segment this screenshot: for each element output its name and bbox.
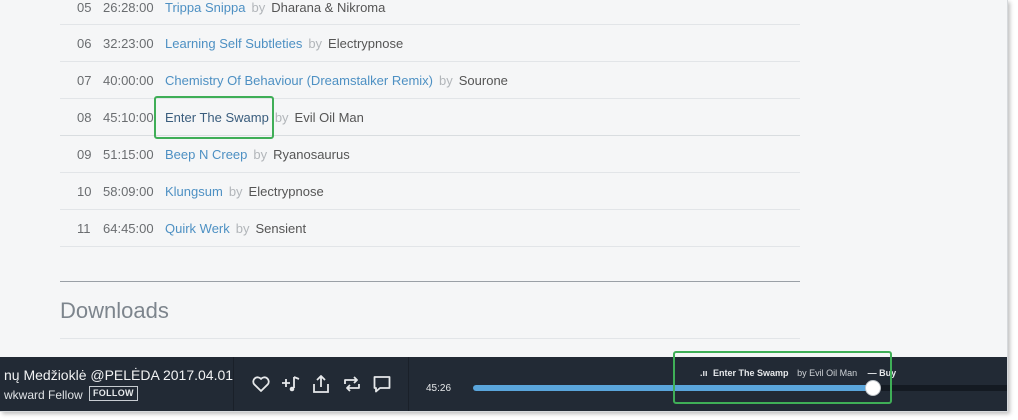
track-artist-link[interactable]: Sensient bbox=[256, 221, 307, 236]
follow-button[interactable]: FOLLOW bbox=[89, 386, 138, 401]
track-by-label: by bbox=[235, 220, 250, 236]
repost-icon bbox=[344, 376, 360, 392]
comment-icon bbox=[373, 376, 391, 393]
track-number: 05 bbox=[77, 0, 92, 15]
share-button[interactable] bbox=[311, 374, 331, 394]
repost-button[interactable] bbox=[342, 374, 362, 394]
share-icon bbox=[313, 375, 329, 393]
progress-handle[interactable] bbox=[864, 380, 881, 396]
track-start-time: 64:45:00 bbox=[103, 220, 154, 236]
track-artist-link[interactable]: Sourone bbox=[459, 73, 508, 88]
section-divider bbox=[60, 281, 800, 282]
track-artist-link[interactable]: Electrypnose bbox=[328, 36, 403, 51]
track-number: 10 bbox=[77, 183, 92, 199]
track-start-time: 32:23:00 bbox=[103, 35, 154, 51]
downloads-heading: Downloads bbox=[60, 298, 169, 323]
progress-bar[interactable] bbox=[473, 380, 1007, 396]
track-title-link[interactable]: Quirk Werk bbox=[165, 221, 230, 236]
track-by-label: by bbox=[439, 72, 453, 88]
add-to-playlist-icon bbox=[282, 376, 300, 392]
track-artist-link[interactable]: Ryanosaurus bbox=[273, 147, 350, 162]
player-divider bbox=[408, 357, 409, 411]
track-row[interactable]: 05 26:28:00 Trippa Snippa by Dharana & N… bbox=[60, 0, 800, 25]
track-start-time: 58:09:00 bbox=[103, 183, 154, 199]
player-divider bbox=[233, 357, 234, 411]
track-row[interactable]: 09 51:15:00 Beep N Creep by Ryanosaurus bbox=[60, 136, 800, 173]
track-row[interactable]: 06 32:23:00 Learning Self Subtleties by … bbox=[60, 25, 800, 62]
tracklist: 05 26:28:00 Trippa Snippa by Dharana & N… bbox=[60, 0, 800, 247]
progress-fill bbox=[473, 385, 873, 391]
player-bar: nų Medžioklė @PELĖDA 2017.04.01 wkward F… bbox=[0, 357, 1007, 411]
track-title-link[interactable]: Trippa Snippa bbox=[165, 0, 245, 15]
comment-button[interactable] bbox=[372, 374, 392, 394]
track-number: 09 bbox=[77, 146, 92, 162]
track-by-label: by bbox=[308, 35, 323, 51]
buy-link[interactable]: — Buy bbox=[868, 368, 897, 378]
elapsed-time: 45:26 bbox=[426, 383, 452, 394]
now-playing-info: .ıı Enter The Swamp by Evil Oil Man — Bu… bbox=[700, 368, 896, 378]
mixcloud-page: 05 26:28:00 Trippa Snippa by Dharana & N… bbox=[0, 0, 1008, 412]
track-number: 07 bbox=[77, 72, 92, 88]
track-by-label: by bbox=[251, 0, 266, 15]
downloads-divider bbox=[60, 338, 800, 339]
add-to-playlist-button[interactable] bbox=[281, 374, 301, 394]
track-row[interactable]: 10 58:09:00 Klungsum by Electrypnose bbox=[60, 173, 800, 210]
track-title-link[interactable]: Enter The Swamp bbox=[165, 110, 269, 125]
track-row[interactable]: 11 64:45:00 Quirk Werk by Sensient bbox=[60, 210, 800, 247]
show-title[interactable]: nų Medžioklė @PELĖDA 2017.04.01 bbox=[4, 367, 233, 383]
track-artist-link[interactable]: Electrypnose bbox=[249, 184, 324, 199]
track-title-link[interactable]: Chemistry Of Behaviour (Dreamstalker Rem… bbox=[165, 73, 433, 88]
track-title-link[interactable]: Klungsum bbox=[165, 184, 223, 199]
track-number: 06 bbox=[77, 35, 92, 51]
heart-icon bbox=[252, 376, 270, 392]
equalizer-icon: .ıı bbox=[700, 368, 708, 378]
track-start-time: 40:00:00 bbox=[103, 72, 154, 88]
track-number: 11 bbox=[77, 220, 91, 236]
track-artist-link[interactable]: Evil Oil Man bbox=[295, 110, 364, 125]
show-artist[interactable]: wkward Fellow bbox=[4, 388, 83, 402]
track-row[interactable]: 07 40:00:00 Chemistry Of Behaviour (Drea… bbox=[60, 62, 800, 99]
track-title-link[interactable]: Learning Self Subtleties bbox=[165, 36, 302, 51]
track-number: 08 bbox=[77, 109, 92, 125]
track-artist-link[interactable]: Dharana & Nikroma bbox=[271, 0, 385, 15]
track-title-link[interactable]: Beep N Creep bbox=[165, 147, 247, 162]
track-by-label: by bbox=[228, 183, 243, 199]
track-by-label: by bbox=[274, 109, 289, 125]
track-start-time: 26:28:00 bbox=[103, 0, 154, 15]
track-row-current[interactable]: 08 45:10:00 Enter The Swamp by Evil Oil … bbox=[60, 99, 800, 136]
now-playing-title[interactable]: Enter The Swamp bbox=[713, 368, 789, 378]
now-playing-artist[interactable]: by Evil Oil Man bbox=[797, 368, 857, 378]
favorite-button[interactable] bbox=[251, 374, 271, 394]
track-start-time: 51:15:00 bbox=[103, 146, 154, 162]
track-by-label: by bbox=[253, 146, 268, 162]
track-start-time: 45:10:00 bbox=[103, 109, 154, 125]
